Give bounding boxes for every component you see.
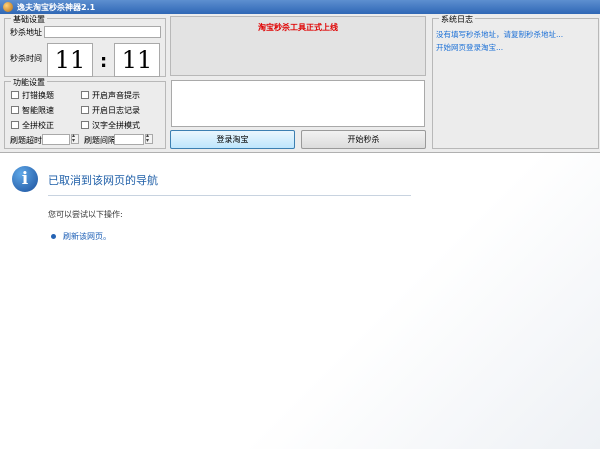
system-log-group: 系统日志 没有填写秒杀地址，请复制秒杀地址... 开始网页登录淘宝... <box>432 14 599 149</box>
divider <box>48 195 411 196</box>
feature-settings-legend: 功能设置 <box>11 77 47 88</box>
checkbox-pinyin-correct[interactable] <box>11 121 19 129</box>
refresh-interval-input[interactable] <box>114 134 144 145</box>
navigation-cancelled-title: 已取消到该网页的导航 <box>48 174 158 187</box>
log-line: 开始网页登录淘宝... <box>436 43 504 52</box>
checkbox-label: 打错换题 <box>22 91 54 100</box>
minute-input[interactable]: 11 <box>114 43 160 77</box>
refresh-timeout-label: 刷题超时 <box>10 136 42 145</box>
url-input[interactable] <box>44 26 161 38</box>
basic-settings-group: 基础设置 秒杀地址 秒杀时间 11 : 11 <box>4 14 166 77</box>
start-seckill-button[interactable]: 开始秒杀 <box>301 130 426 149</box>
refresh-timeout-spinner[interactable] <box>71 132 79 144</box>
announcement-panel: 淘宝秒杀工具正式上线 <box>170 16 426 76</box>
hour-input[interactable]: 11 <box>47 43 93 77</box>
window-title: 逸夫淘宝秒杀神器2.1 <box>17 3 96 12</box>
refresh-page-link[interactable]: 刷新该网页。 <box>63 231 111 242</box>
basic-settings-legend: 基础设置 <box>11 14 47 25</box>
title-bar: 逸夫淘宝秒杀神器2.1 <box>0 0 600 14</box>
checkbox-sound-alert[interactable] <box>81 91 89 99</box>
refresh-timeout-input[interactable] <box>42 134 70 145</box>
feature-settings-group: 功能设置 打错换题 开启声音提示 智能限速 开启日志记录 全拼校正 汉字全拼模式… <box>4 77 166 149</box>
checkbox-pinyin-mode[interactable] <box>81 121 89 129</box>
app-logo-icon <box>3 2 13 12</box>
checkbox-label: 开启声音提示 <box>92 91 140 100</box>
time-colon: : <box>100 51 108 72</box>
time-label: 秒杀时间 <box>10 54 42 63</box>
checkbox-label: 汉字全拼模式 <box>92 121 140 130</box>
refresh-interval-spinner[interactable] <box>145 132 153 144</box>
checkbox-label: 全拼校正 <box>22 121 54 130</box>
control-panel: 基础设置 秒杀地址 秒杀时间 11 : 11 功能设置 打错换题 开启声音提示 … <box>0 14 600 153</box>
bullet-icon <box>51 234 56 239</box>
log-line: 没有填写秒杀地址，请复制秒杀地址... <box>436 30 564 39</box>
login-taobao-button[interactable]: 登录淘宝 <box>170 130 295 149</box>
url-label: 秒杀地址 <box>10 28 42 37</box>
system-log-legend: 系统日志 <box>439 14 475 25</box>
checkbox-smart-limit[interactable] <box>11 106 19 114</box>
checkbox-wrong-switch[interactable] <box>11 91 19 99</box>
checkbox-log-record[interactable] <box>81 106 89 114</box>
suggestion-text: 您可以尝试以下操作: <box>48 210 123 219</box>
browser-view: i 已取消到该网页的导航 您可以尝试以下操作: 刷新该网页。 <box>0 153 600 449</box>
output-textarea[interactable] <box>171 80 425 127</box>
announcement-text: 淘宝秒杀工具正式上线 <box>258 23 338 32</box>
info-icon: i <box>12 166 38 192</box>
checkbox-label: 智能限速 <box>22 106 54 115</box>
checkbox-label: 开启日志记录 <box>92 106 140 115</box>
refresh-interval-label: 刷题间隔 <box>84 136 116 145</box>
